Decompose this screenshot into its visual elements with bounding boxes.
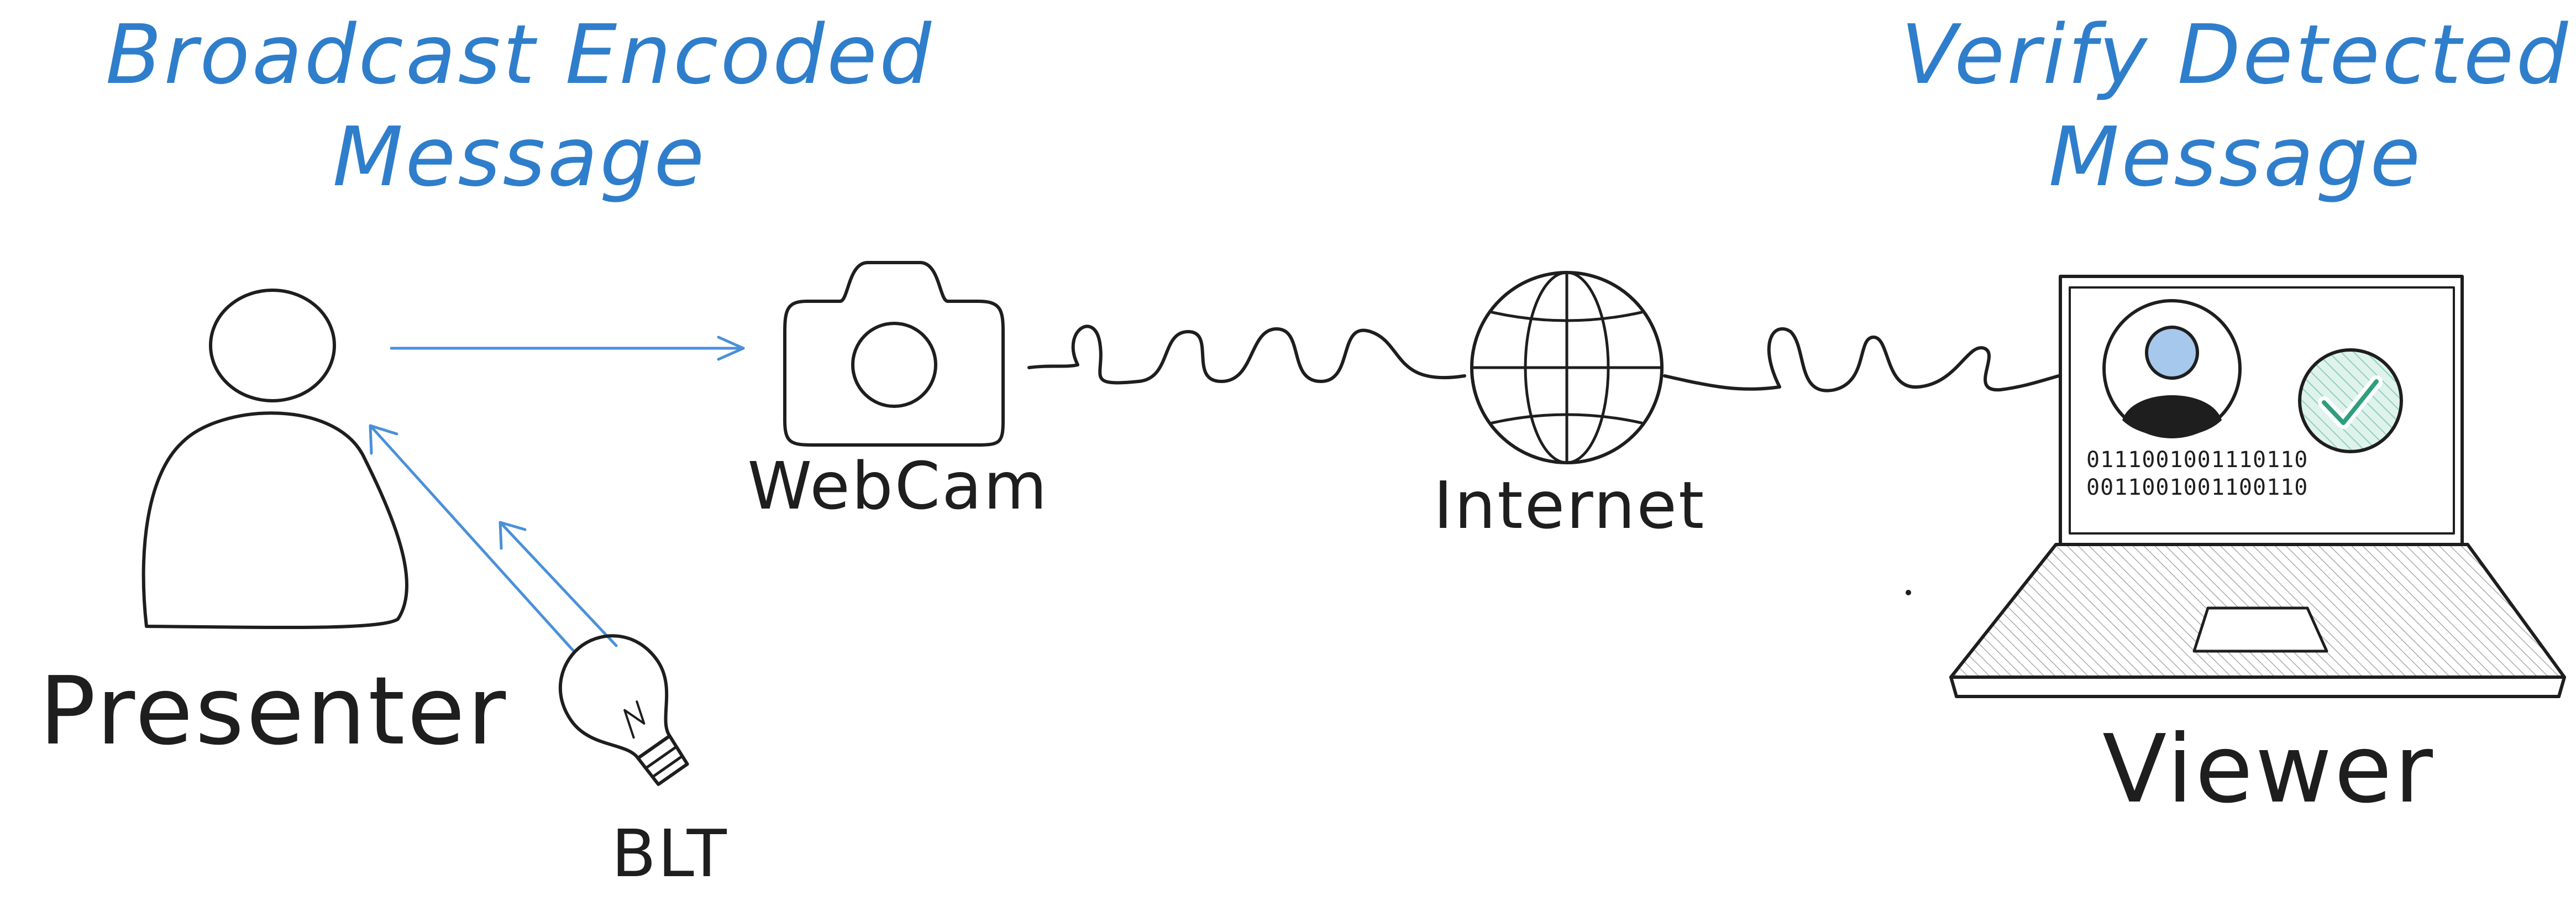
broadcast-heading: Broadcast Encoded Message xyxy=(106,7,933,205)
verify-heading: Verify Detected Message xyxy=(1901,7,2570,205)
internet-to-laptop-cable xyxy=(1663,327,2060,392)
binary-line-1: 0111001001110110 xyxy=(2086,447,2308,473)
viewer-label: Viewer xyxy=(2102,715,2435,824)
broadcast-heading-line2: Message xyxy=(333,109,707,205)
stray-dot xyxy=(1906,590,1911,595)
blt-label: BLT xyxy=(611,815,728,892)
globe-icon xyxy=(1470,271,1664,464)
verify-heading-line2: Message xyxy=(2049,109,2423,205)
person-icon xyxy=(141,289,409,630)
camera-to-internet-cable xyxy=(1027,324,1466,385)
verify-heading-line1: Verify Detected xyxy=(1901,7,2570,102)
user-avatar-icon xyxy=(2102,299,2242,438)
blt-to-presenter-arrows xyxy=(369,424,618,654)
broadcast-heading-line1: Broadcast Encoded xyxy=(106,7,933,102)
presenter-label: Presenter xyxy=(39,657,508,766)
camera-icon xyxy=(783,261,1005,447)
internet-label: Internet xyxy=(1434,467,1706,543)
presenter-to-webcam-arrow xyxy=(390,336,745,361)
system-diagram: Broadcast Encoded Message Verify Detecte… xyxy=(39,7,2570,892)
binary-line-2: 0011001001100110 xyxy=(2086,475,2308,500)
checkmark-badge-icon xyxy=(2298,348,2403,453)
webcam-label: WebCam xyxy=(748,448,1049,524)
